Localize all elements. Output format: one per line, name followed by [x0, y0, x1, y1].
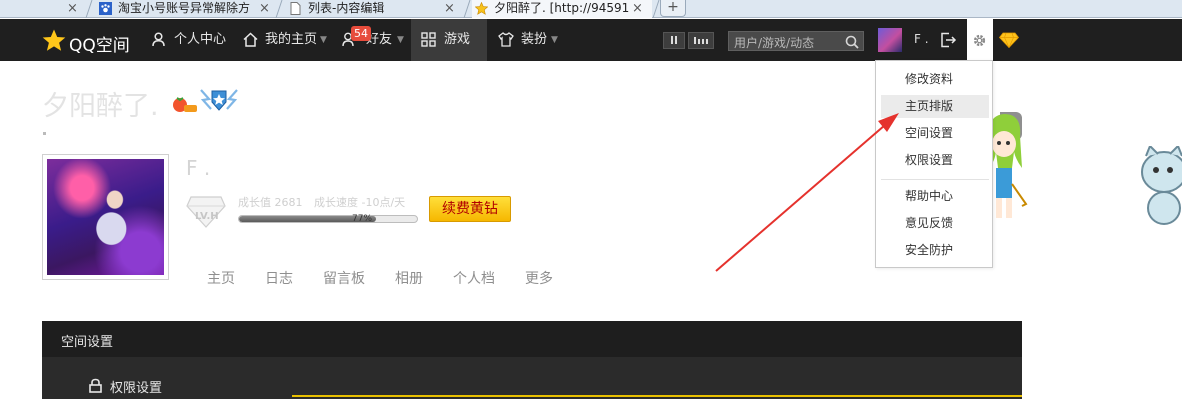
profile-photo-image: [47, 159, 164, 275]
profile-photo[interactable]: [42, 154, 169, 280]
qzone-topbar: QQ空间 个人中心 我的主页 ▼ 好友 ▼ 54 游戏 装扮 ▼ 用户/游戏/动…: [0, 19, 1182, 61]
subnav-more[interactable]: 更多: [525, 268, 553, 288]
star-icon: [475, 2, 488, 15]
growth-progress-bar: [238, 215, 418, 223]
search-icon[interactable]: [845, 35, 859, 49]
menu-item-security[interactable]: 安全防护: [881, 239, 989, 262]
chevron-down-icon: ▼: [320, 35, 327, 45]
friends-count-badge: 54: [351, 26, 371, 41]
level-text: LV.H: [195, 211, 219, 222]
nav-label: 个人中心: [174, 32, 227, 47]
tab-separator: [275, 0, 283, 18]
panel-title: 空间设置: [61, 335, 114, 350]
subnav-profile[interactable]: 个人档: [453, 268, 495, 288]
active-underline: [292, 395, 1022, 397]
bars-icon: [694, 37, 708, 44]
menu-item-homepage-layout[interactable]: 主页排版: [881, 95, 989, 118]
nav-label: 游戏: [444, 32, 471, 47]
search-input[interactable]: 用户/游戏/动态: [734, 34, 814, 51]
shirt-icon: [498, 32, 514, 47]
nav-games[interactable]: 游戏: [411, 19, 487, 61]
bars-button[interactable]: [688, 32, 714, 49]
settings-dropdown-menu: 修改资料 主页排版 空间设置 权限设置 帮助中心 意见反馈 安全防护: [875, 60, 993, 268]
menu-item-permission-settings[interactable]: 权限设置: [881, 149, 989, 172]
page-root: × 淘宝小号账号异常解除方 × 列表-内容编辑 × 夕阳醉了. [http://…: [0, 0, 1182, 399]
tab-title: 列表-内容编辑: [308, 1, 385, 15]
close-icon[interactable]: ×: [632, 0, 643, 17]
subnav-message-board[interactable]: 留言板: [323, 268, 365, 288]
document-icon: [290, 2, 301, 15]
subnav-blog[interactable]: 日志: [265, 268, 293, 288]
menu-item-edit-profile[interactable]: 修改资料: [881, 68, 989, 91]
menu-item-feedback[interactable]: 意见反馈: [881, 212, 989, 235]
gear-icon: [973, 34, 986, 47]
subnav-album[interactable]: 相册: [395, 268, 423, 288]
logout-icon[interactable]: [940, 32, 957, 48]
tab-separator: [85, 0, 93, 18]
search-box[interactable]: 用户/游戏/动态: [728, 31, 864, 51]
new-tab-button[interactable]: +: [660, 0, 686, 17]
tab-list-edit[interactable]: 列表-内容编辑 ×: [286, 0, 466, 18]
tab-taobao[interactable]: 淘宝小号账号异常解除方 ×: [96, 0, 276, 18]
tomato-vip-icon: [173, 97, 197, 112]
cat-mascot-decoration: [1141, 146, 1182, 225]
diamond-icon[interactable]: [999, 32, 1019, 48]
tab-title: 夕阳醉了. [http://94591: [494, 1, 630, 15]
tab-title: 淘宝小号账号异常解除方: [118, 1, 251, 15]
space-settings-panel: 空间设置 权限设置: [42, 321, 1022, 399]
renew-yellow-diamond-button[interactable]: 续费黄钻: [429, 196, 511, 222]
lock-icon: [89, 378, 102, 393]
chevron-down-icon: ▼: [397, 35, 404, 45]
chevron-down-icon: ▼: [551, 35, 558, 45]
settings-button[interactable]: [967, 19, 993, 61]
growth-info: 成长值 2681 成长速度 -10点/天: [238, 194, 405, 210]
pause-icon: [671, 36, 677, 44]
star-logo-icon: [42, 29, 66, 51]
home-icon: [243, 32, 258, 47]
tab-close-first[interactable]: ×: [62, 0, 84, 18]
close-icon[interactable]: ×: [444, 0, 455, 17]
person-icon: [152, 32, 165, 47]
tab-separator: [463, 0, 471, 18]
menu-divider: [881, 179, 989, 180]
avatar[interactable]: [878, 28, 902, 52]
nav-personal-center[interactable]: 个人中心: [152, 19, 228, 61]
tab-qzone-active[interactable]: 夕阳醉了. [http://94591 ×: [472, 0, 652, 18]
growth-speed: 成长速度 -10点/天: [314, 196, 406, 209]
username[interactable]: F .: [914, 32, 929, 46]
menu-item-space-settings[interactable]: 空间设置: [881, 122, 989, 145]
browser-tab-strip: × 淘宝小号账号异常解除方 × 列表-内容编辑 × 夕阳醉了. [http://…: [0, 0, 1182, 18]
nav-label: 装扮: [521, 32, 548, 47]
level-badge: LV.H: [186, 194, 226, 232]
panel-header: 空间设置: [42, 321, 1022, 357]
growth-value: 成长值 2681: [238, 196, 303, 209]
nav-label: 我的主页: [265, 32, 318, 47]
grid-icon: [421, 32, 436, 47]
space-title: 夕阳醉了.: [42, 91, 159, 122]
paw-icon: [99, 2, 112, 15]
permission-settings-link[interactable]: 权限设置: [110, 377, 162, 396]
subnav-home[interactable]: 主页: [207, 268, 235, 288]
close-icon[interactable]: ×: [259, 0, 270, 17]
close-icon[interactable]: ×: [67, 0, 78, 17]
nav-dressup[interactable]: 装扮 ▼: [498, 19, 560, 61]
wing-badge-icon: [200, 89, 238, 111]
profile-name: F .: [186, 156, 211, 180]
divider-dot: [43, 132, 46, 135]
pause-button[interactable]: [663, 32, 685, 49]
menu-item-help-center[interactable]: 帮助中心: [881, 185, 989, 208]
progress-percent: 77%: [352, 214, 373, 224]
logo-text: QQ空间: [69, 36, 130, 56]
nav-my-homepage[interactable]: 我的主页 ▼: [243, 19, 329, 61]
